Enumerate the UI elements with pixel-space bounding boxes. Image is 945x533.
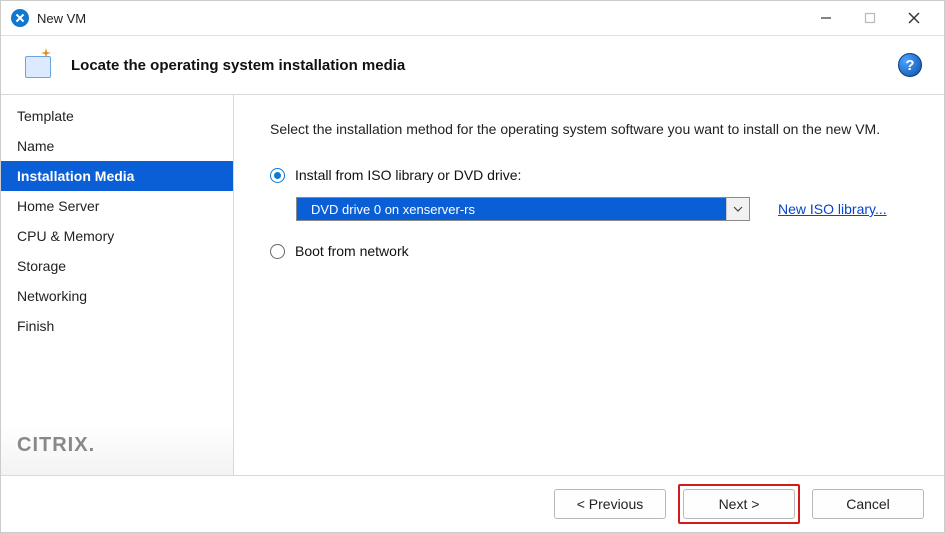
sidebar-item-networking[interactable]: Networking — [1, 281, 233, 311]
instruction-text: Select the installation method for the o… — [270, 121, 914, 137]
sidebar-item-label: Storage — [17, 258, 66, 274]
sidebar-item-label: Installation Media — [17, 168, 134, 184]
sidebar-item-finish[interactable]: Finish — [1, 311, 233, 341]
wizard-body: Template Name Installation Media Home Se… — [1, 95, 944, 475]
next-button[interactable]: Next > — [683, 489, 795, 519]
sidebar-item-installation-media[interactable]: Installation Media — [1, 161, 233, 191]
sidebar-list: Template Name Installation Media Home Se… — [1, 95, 233, 424]
sidebar-item-cpu-memory[interactable]: CPU & Memory — [1, 221, 233, 251]
new-iso-library-link[interactable]: New ISO library... — [778, 201, 887, 217]
sidebar-item-template[interactable]: Template — [1, 101, 233, 131]
option-install-from-iso[interactable]: Install from ISO library or DVD drive: — [270, 167, 914, 183]
option-label: Boot from network — [295, 243, 409, 259]
maximize-button[interactable] — [848, 4, 892, 32]
installation-media-icon — [23, 50, 53, 80]
page-title: Locate the operating system installation… — [71, 57, 405, 74]
option-label: Install from ISO library or DVD drive: — [295, 167, 521, 183]
option-boot-from-network[interactable]: Boot from network — [270, 243, 914, 259]
titlebar: New VM — [1, 1, 944, 36]
sidebar-item-home-server[interactable]: Home Server — [1, 191, 233, 221]
app-icon — [11, 9, 29, 27]
chevron-down-icon — [726, 198, 749, 220]
next-button-highlight: Next > — [678, 484, 800, 524]
minimize-button[interactable] — [804, 4, 848, 32]
sidebar-item-label: Home Server — [17, 198, 99, 214]
wizard-footer: < Previous Next > Cancel — [1, 475, 944, 532]
wizard-content: Select the installation method for the o… — [234, 95, 944, 475]
sidebar-item-label: Finish — [17, 318, 54, 334]
citrix-brand-logo: CITRIX. — [1, 424, 233, 475]
new-vm-wizard-window: New VM Locate the operating system insta… — [0, 0, 945, 533]
previous-button[interactable]: < Previous — [554, 489, 666, 519]
iso-source-dropdown[interactable]: DVD drive 0 on xenserver-rs — [296, 197, 750, 221]
window-title: New VM — [37, 11, 86, 26]
cancel-button[interactable]: Cancel — [812, 489, 924, 519]
radio-unselected-icon — [270, 244, 285, 259]
dropdown-selected-value: DVD drive 0 on xenserver-rs — [297, 198, 726, 220]
sidebar-item-label: Name — [17, 138, 54, 154]
radio-selected-icon — [270, 168, 285, 183]
sidebar-item-label: Networking — [17, 288, 87, 304]
iso-source-row: DVD drive 0 on xenserver-rs New ISO libr… — [296, 197, 914, 221]
sidebar-item-label: Template — [17, 108, 74, 124]
wizard-header: Locate the operating system installation… — [1, 36, 944, 95]
close-button[interactable] — [892, 4, 936, 32]
wizard-steps-sidebar: Template Name Installation Media Home Se… — [1, 95, 234, 475]
sidebar-item-label: CPU & Memory — [17, 228, 114, 244]
sidebar-item-name[interactable]: Name — [1, 131, 233, 161]
sidebar-item-storage[interactable]: Storage — [1, 251, 233, 281]
help-icon[interactable]: ? — [898, 53, 922, 77]
